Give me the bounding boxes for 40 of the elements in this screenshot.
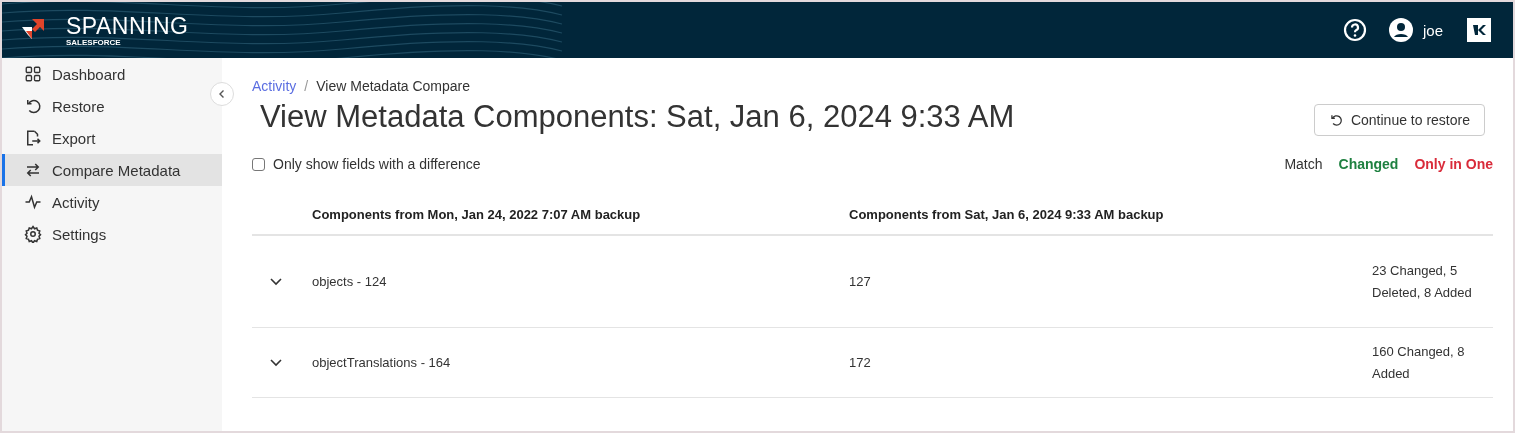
legend-label: Match (1284, 156, 1323, 172)
chevron-left-icon (217, 89, 227, 99)
export-icon (24, 129, 42, 147)
legend-label: Changed (1338, 156, 1399, 172)
table-cell-text: 127 (849, 274, 872, 289)
restore-icon (1328, 113, 1343, 127)
difference-filter-checkbox[interactable]: Only show fields with a difference (252, 156, 481, 172)
column-header: Components from Sat, Jan 6, 2024 9:33 AM backup (849, 206, 1165, 222)
breadcrumb-separator: / (304, 78, 309, 94)
sidebar-item[interactable]: Export (2, 122, 206, 154)
table-cell-text: 160 Changed, 8 Added (1372, 342, 1466, 383)
column-header: Components from Mon, Jan 24, 2022 7:07 AM backup (312, 206, 642, 222)
continue-restore-button[interactable]: Continue to restore (1313, 104, 1485, 136)
sidebar-item[interactable]: Settings (2, 218, 206, 250)
user-name[interactable]: joe (1422, 21, 1443, 39)
brand-name: SPANNING (66, 13, 189, 38)
sidebar-item[interactable]: Dashboard (2, 58, 206, 90)
sidebar-item[interactable]: Restore (2, 90, 206, 122)
checkbox[interactable] (252, 157, 265, 171)
sidebar-item[interactable]: Compare Metadata (2, 154, 222, 186)
app-icon[interactable] (1467, 18, 1491, 42)
grid-icon (24, 65, 42, 83)
legend-label: Only in One (1414, 156, 1493, 172)
pulse-icon (24, 193, 42, 211)
expand-chevron-icon[interactable] (269, 276, 283, 287)
table-cell-text: objects - 124 (312, 274, 388, 289)
sidebar-item[interactable]: Activity (2, 186, 206, 218)
breadcrumb-link[interactable]: Activity (252, 78, 297, 94)
settings-icon (24, 225, 42, 243)
avatar-icon[interactable] (1388, 18, 1413, 42)
swap-arrows-icon (24, 161, 42, 179)
table-cell-text: 172 (849, 355, 872, 370)
brand-subtitle: SALESFORCE (66, 37, 122, 47)
table-cell-text: 23 Changed, 5 Deleted, 8 Added (1372, 261, 1473, 302)
help-icon[interactable] (1342, 18, 1367, 42)
restore-icon (24, 97, 42, 115)
expand-chevron-icon[interactable] (269, 357, 283, 368)
page-title: View Metadata Components: Sat, Jan 6, 2024 9:33 AM (260, 99, 1015, 135)
breadcrumb-current: View Metadata Compare (316, 78, 471, 94)
table-cell-text: objectTranslations - 164 (312, 355, 452, 370)
